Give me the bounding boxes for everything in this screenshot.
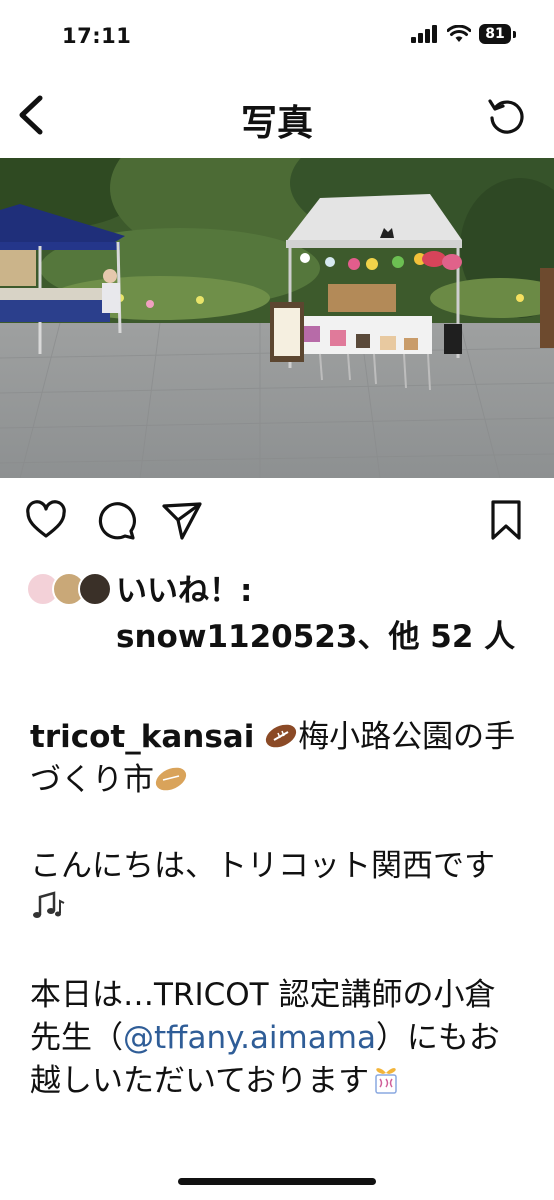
send-icon: [162, 502, 202, 540]
market-stall-photo: [0, 158, 554, 478]
heart-icon: [26, 500, 66, 538]
liker-avatars[interactable]: [26, 572, 112, 606]
nav-bar: 写真: [0, 80, 554, 150]
gift-ribbon-icon: [375, 1068, 397, 1094]
cellular-signal-icon: [411, 25, 437, 43]
share-button[interactable]: [160, 498, 204, 542]
status-time: 17:11: [62, 24, 132, 48]
post-photo[interactable]: [0, 158, 554, 478]
battery-icon: [513, 30, 516, 38]
page-title: 写真: [240, 103, 313, 144]
status-bar: 17:11 81: [0, 0, 554, 72]
football-icon: [266, 724, 297, 748]
likes-prefix: いいね！:: [116, 573, 253, 609]
likes-section: いいね！: snow1120523、他 52 人: [26, 568, 536, 660]
post-username[interactable]: tricot_kansai: [30, 719, 254, 755]
home-indicator[interactable]: [178, 1178, 376, 1185]
refresh-button[interactable]: [486, 96, 528, 138]
caption-greeting: こんにちは、トリコット関西です: [30, 845, 526, 931]
save-button[interactable]: [484, 498, 528, 542]
bookmark-icon: [491, 500, 521, 540]
comment-icon: [98, 502, 136, 540]
rugby-ball-icon: [155, 767, 187, 791]
caption-body: 本日は…TRICOT 認定講師の小倉先生（@tffany.aimama）にもお越…: [30, 974, 526, 1103]
caption-line: tricot_kansai 梅小路公園の手づくり市: [30, 716, 526, 802]
refresh-icon: [488, 99, 524, 134]
likes-suffix: 、他 52 人: [357, 619, 516, 655]
post-caption: tricot_kansai 梅小路公園の手づくり市 こんにちは、トリコット関西で…: [30, 716, 526, 1103]
greeting-text: こんにちは、トリコット関西です: [30, 848, 495, 884]
music-notes-icon: [33, 891, 65, 918]
avatar: [78, 572, 112, 606]
mention-link[interactable]: @tffany.aimama: [123, 1020, 376, 1056]
status-icons: 81: [411, 24, 516, 44]
battery-level: 81: [479, 24, 511, 44]
comment-button[interactable]: [94, 498, 138, 542]
likes-summary[interactable]: いいね！: snow1120523、他 52 人: [116, 568, 536, 660]
post-actions: [0, 498, 554, 544]
wifi-icon: [447, 25, 471, 42]
likes-user[interactable]: snow1120523: [116, 619, 357, 655]
like-button[interactable]: [24, 498, 68, 542]
